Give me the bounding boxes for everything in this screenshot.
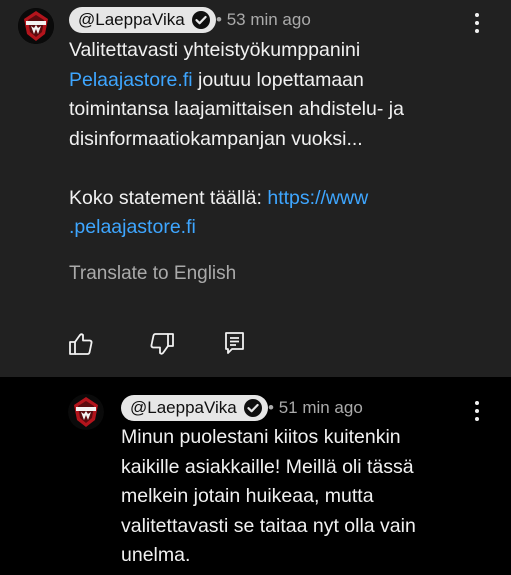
avatar[interactable] (18, 8, 54, 44)
reply-author-chip[interactable]: @LaeppaVika (121, 395, 268, 421)
comment-line: toimintansa laajamittaisen ahdistelu- ja (69, 98, 404, 120)
reply-timestamp: • 51 min ago (268, 395, 363, 421)
reply-card: @LaeppaVika • 51 min ago Minun puolestan… (0, 377, 511, 575)
reply-line: Minun puolestani kiitos kuitenkin (121, 426, 401, 448)
statement-link[interactable]: https://www (267, 187, 368, 209)
timestamp[interactable]: 53 min ago (227, 10, 311, 29)
more-options-icon[interactable] (474, 13, 480, 35)
verified-icon (191, 10, 211, 30)
thumb-up-icon[interactable] (68, 331, 94, 357)
reply-line: unelma. (121, 544, 191, 566)
reply-line: valitettavasti se taitaa nyt olla vain (121, 514, 416, 537)
comment-line-text: Koko statement täällä: (69, 186, 268, 209)
author-name: @LaeppaVika (130, 398, 237, 417)
more-options-icon[interactable] (474, 401, 480, 423)
comment-line: Koko statement täällä: https://www (69, 184, 489, 214)
comment-line-text: joutuu lopettamaan (192, 68, 364, 91)
reply-line: kaikille asiakkaille! Meillä oli tässä (121, 455, 414, 478)
comment-timestamp: • 53 min ago (216, 7, 311, 33)
statement-link-continued[interactable]: .pelaajastore.fi (69, 216, 196, 238)
comment-line: Pelaajastore.fi joutuu lopettamaan (69, 66, 489, 96)
channel-logo-icon (18, 8, 54, 44)
reply-text: Minun puolestani kiitos kuitenkin kaikil… (121, 423, 491, 571)
comment-card: @LaeppaVika • 53 min ago Valitettavasti … (0, 0, 511, 377)
translate-button[interactable]: Translate to English (69, 260, 236, 288)
comment-line: .pelaajastore.fi (69, 213, 489, 243)
comment-line: disinformaatiokampanjan vuoksi... (69, 127, 363, 150)
separator-dot: • (216, 10, 222, 29)
store-link[interactable]: Pelaajastore.fi (69, 69, 193, 91)
reply-icon[interactable] (222, 330, 248, 356)
thumb-down-icon[interactable] (149, 331, 175, 357)
author-chip[interactable]: @LaeppaVika (69, 7, 216, 33)
channel-logo-icon (68, 394, 104, 430)
comment-text: Valitettavasti yhteistyökumppanini Pelaa… (69, 36, 489, 243)
comment-line: Valitettavasti yhteistyökumppanini (69, 39, 361, 61)
reply-line: melkein jotain huikeaa, mutta (121, 485, 374, 507)
verified-icon (243, 398, 263, 418)
timestamp[interactable]: 51 min ago (279, 398, 363, 417)
author-name: @LaeppaVika (78, 10, 185, 29)
reply-avatar[interactable] (68, 394, 104, 430)
separator-dot: • (268, 398, 274, 417)
